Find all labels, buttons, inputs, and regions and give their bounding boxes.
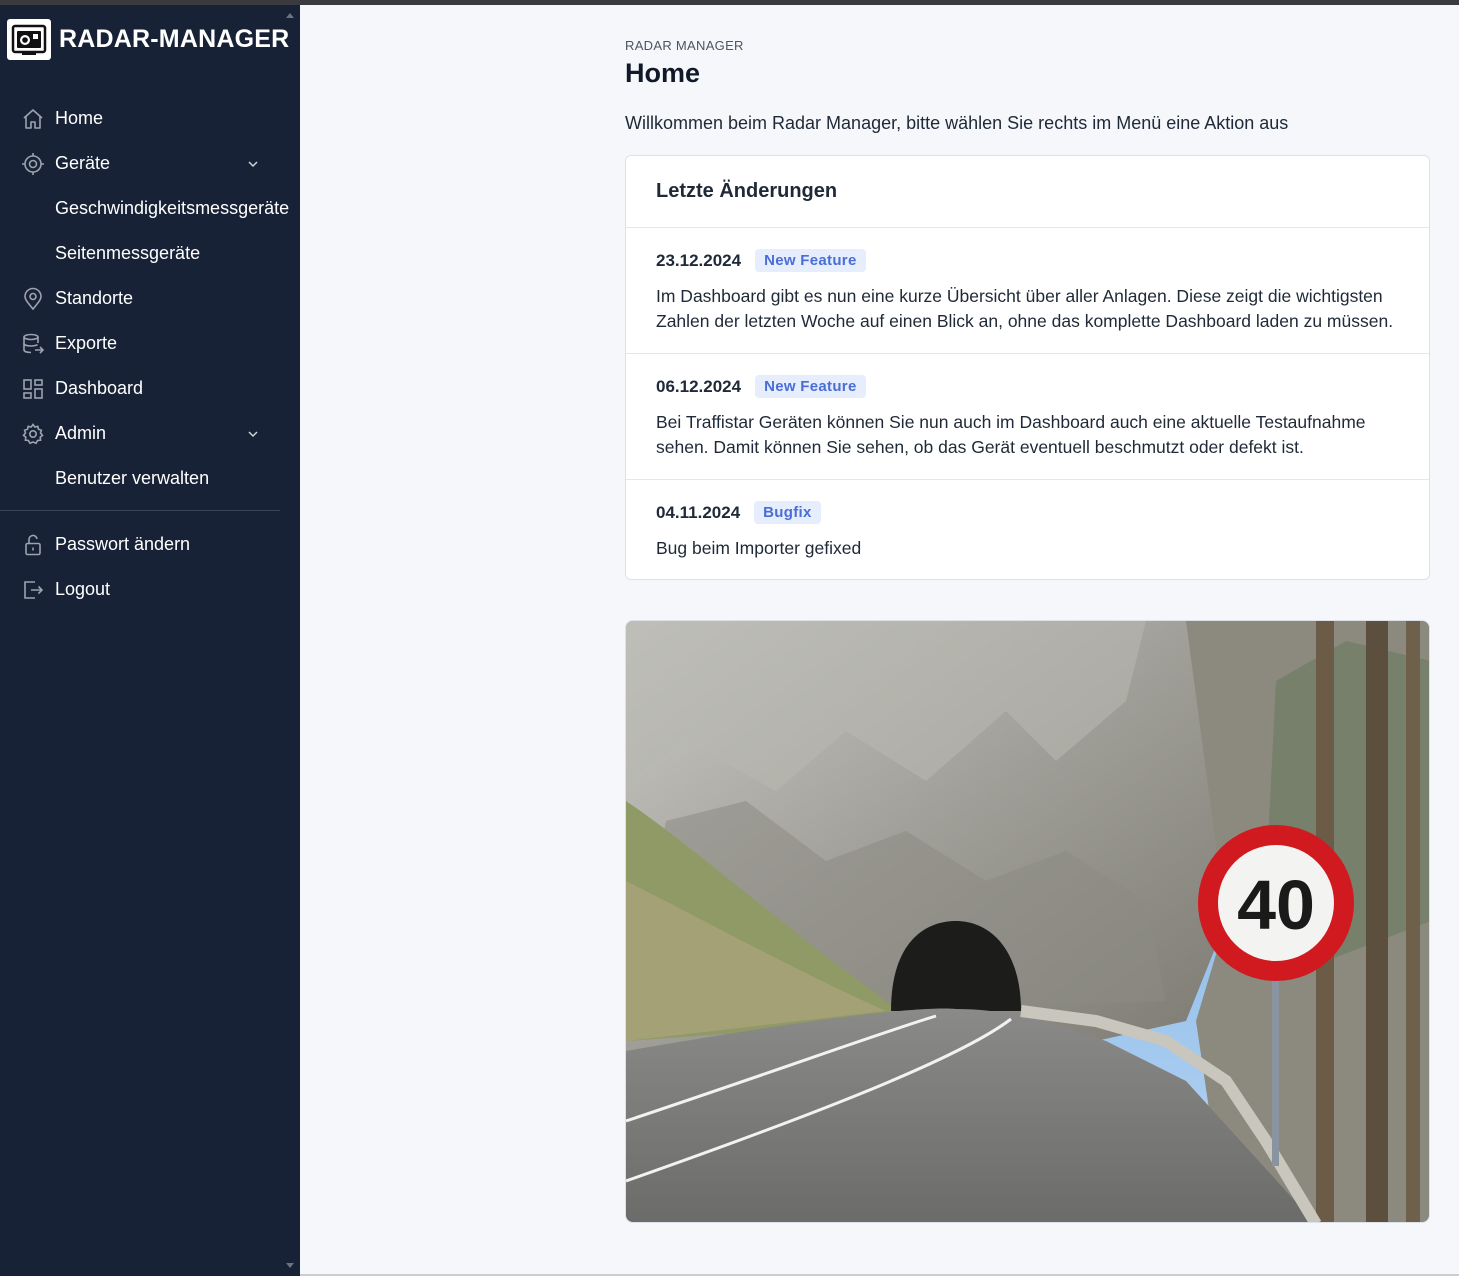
sidebar-item-label: Dashboard: [55, 378, 144, 398]
speed-camera-icon: [7, 19, 51, 60]
change-entry: 04.11.2024 Bugfix Bug beim Importer gefi…: [626, 480, 1429, 578]
sidebar-item-exporte[interactable]: Exporte: [0, 321, 300, 366]
scroll-up-arrow[interactable]: [286, 13, 294, 18]
scroll-down-arrow[interactable]: [286, 1263, 294, 1268]
chevron-down-icon[interactable]: [246, 427, 260, 441]
sidebar-item-label: Standorte: [55, 288, 134, 308]
sidebar-item-benutzer-verwalten[interactable]: Benutzer verwalten: [0, 456, 300, 501]
sidebar-divider: [0, 510, 280, 511]
change-tag-badge: New Feature: [755, 375, 866, 398]
sidebar-subitem-label: Geschwindigkeitsmessgeräte: [55, 198, 290, 218]
change-description: Bei Traffistar Geräten können Sie nun au…: [656, 412, 1366, 457]
changes-card-header: Letzte Änderungen: [626, 156, 1429, 228]
page-title: Home: [625, 58, 701, 88]
logout-icon: [24, 581, 44, 599]
sidebar-item-label: Geräte: [55, 153, 111, 173]
sidebar-subitem-label: Seitenmessgeräte: [55, 243, 201, 263]
change-date: 06.12.2024: [656, 376, 742, 396]
sidebar-item-admin[interactable]: Admin: [0, 411, 300, 456]
chevron-down-icon[interactable]: [246, 157, 260, 171]
sidebar: RADAR-MANAGER Home Geräte Geschwindigkei…: [0, 0, 300, 1276]
sidebar-item-label: Home: [55, 108, 104, 128]
brand[interactable]: RADAR-MANAGER: [7, 19, 289, 60]
change-date: 23.12.2024: [656, 250, 742, 270]
sidebar-item-standorte[interactable]: Standorte: [0, 276, 300, 321]
map-pin-icon: [24, 287, 42, 311]
sidebar-subitem-label: Benutzer verwalten: [55, 468, 210, 488]
home-icon: [23, 109, 43, 129]
dashboard-icon: [23, 379, 43, 399]
hero-photo-tunnel-speed-sign: 40: [625, 620, 1430, 1223]
breadcrumb: RADAR MANAGER: [625, 38, 744, 53]
change-entry: 23.12.2024 New Feature Im Dashboard gibt…: [626, 228, 1429, 354]
sidebar-item-passwort-aendern[interactable]: Passwort ändern: [0, 522, 300, 567]
sidebar-item-seitenmessgeraete[interactable]: Seitenmessgeräte: [0, 231, 300, 276]
sidebar-item-dashboard[interactable]: Dashboard: [0, 366, 300, 411]
brand-name: RADAR-MANAGER: [59, 25, 290, 53]
gear-icon: [22, 423, 44, 445]
change-tag-badge: Bugfix: [754, 501, 821, 524]
speed-sign-text: 40: [1237, 866, 1315, 944]
sidebar-item-logout[interactable]: Logout: [0, 567, 300, 612]
sidebar-item-home[interactable]: Home: [0, 96, 300, 141]
change-description: Bug beim Importer gefixed: [656, 538, 862, 558]
sidebar-item-label: Passwort ändern: [55, 534, 191, 554]
window-top-edge: [0, 0, 1459, 5]
change-tag-badge: New Feature: [755, 249, 866, 272]
change-entry: 06.12.2024 New Feature Bei Traffistar Ge…: [626, 354, 1429, 480]
change-date: 04.11.2024: [656, 502, 741, 522]
sidebar-item-geschwindigkeitsmessgeraete[interactable]: Geschwindigkeitsmessgeräte: [0, 186, 300, 231]
welcome-text: Willkommen beim Radar Manager, bitte wäh…: [625, 113, 1289, 133]
target-icon: [22, 153, 44, 175]
sidebar-item-label: Exporte: [55, 333, 118, 353]
sidebar-item-label: Logout: [55, 579, 111, 599]
unlock-icon: [25, 534, 41, 556]
changes-card-title: Letzte Änderungen: [656, 180, 838, 202]
database-export-icon: [23, 333, 45, 354]
sidebar-item-geraete[interactable]: Geräte: [0, 141, 300, 186]
sidebar-item-label: Admin: [55, 423, 107, 443]
change-description: Im Dashboard gibt es nun eine kurze Über…: [656, 286, 1394, 331]
changes-card: Letzte Änderungen 23.12.2024 New Feature…: [625, 155, 1430, 580]
